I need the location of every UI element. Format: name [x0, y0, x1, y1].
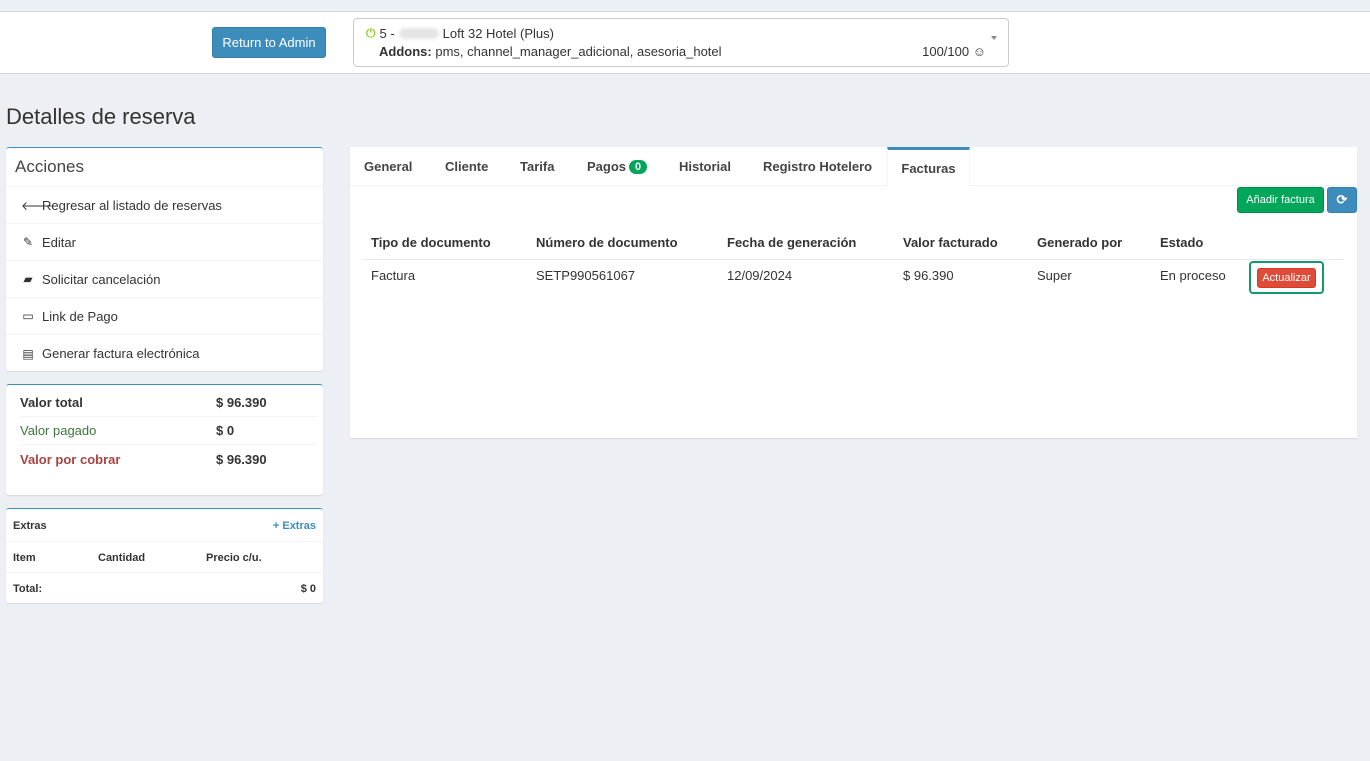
action-label: Link de Pago [42, 308, 118, 324]
add-invoice-button[interactable]: Añadir factura [1237, 187, 1324, 213]
top-strip [0, 0, 1370, 12]
actions-box: Acciones 🡐 Regresar al listado de reserv… [6, 147, 323, 371]
arrow-left-icon: 🡐 [21, 198, 54, 213]
due-row: Valor por cobrar $ 96.390 [20, 445, 317, 473]
extras-total-value: $ 0 [300, 583, 316, 595]
addons-value: pms, channel_manager_adicional, asesoria… [435, 44, 722, 59]
th-tipo: Tipo de documento [371, 235, 491, 250]
addons-label: Addons: [379, 44, 432, 59]
extras-box: Extras + Extras Item Cantidad Precio c/u… [6, 508, 323, 603]
cell-generado: Super [1037, 268, 1072, 283]
chevron-down-icon [991, 36, 997, 40]
hotel-name-line: ⏻ 5 - Loft 32 Hotel (Plus) [366, 26, 554, 41]
hotel-score: 100/100 ☺ [922, 44, 986, 59]
action-label: Regresar al listado de reservas [42, 197, 222, 213]
cell-fecha: 12/09/2024 [727, 268, 793, 283]
update-highlight: Actualizar [1249, 261, 1324, 294]
request-cancellation-link[interactable]: ▰ Solicitar cancelación [6, 261, 323, 298]
payment-link[interactable]: ▭ Link de Pago [6, 298, 323, 335]
tab-general[interactable]: General [364, 147, 412, 186]
cell-valor: $ 96.390 [903, 268, 954, 283]
total-label: Valor total [20, 395, 83, 410]
th-fecha: Fecha de generación [727, 235, 857, 250]
due-label: Valor por cobrar [20, 451, 121, 467]
extras-header-row: Item Cantidad Precio c/u. [6, 541, 323, 573]
action-label: Solicitar cancelación [42, 271, 161, 287]
hotel-selector[interactable]: ⏻ 5 - Loft 32 Hotel (Plus) Addons: pms, … [353, 18, 1009, 67]
actions-title: Acciones [6, 148, 323, 187]
totals-box: Valor total $ 96.390 Valor pagado $ 0 Va… [6, 384, 323, 495]
pagos-count-badge: 0 [629, 159, 648, 174]
return-to-admin-button[interactable]: Return to Admin [212, 27, 326, 58]
tab-tarifa[interactable]: Tarifa [520, 147, 554, 186]
hotel-prefix: 5 - [379, 26, 395, 41]
tab-facturas[interactable]: Facturas [887, 147, 970, 187]
paid-row: Valor pagado $ 0 [20, 417, 317, 445]
cell-tipo: Factura [371, 268, 416, 283]
cell-estado: En proceso [1160, 268, 1226, 283]
th-estado: Estado [1160, 235, 1204, 250]
tab-cliente[interactable]: Cliente [445, 147, 488, 186]
th-generado: Generado por [1037, 235, 1123, 250]
tab-historial[interactable]: Historial [679, 147, 731, 186]
file-text-icon: ▤ [22, 346, 34, 361]
top-bar: Return to Admin ⏻ 5 - Loft 32 Hotel (Plu… [0, 12, 1370, 74]
col-qty: Cantidad [98, 552, 146, 564]
refresh-button[interactable]: ⟳ [1327, 187, 1357, 213]
tab-pagos[interactable]: Pagos 0 [587, 147, 648, 186]
paid-value: $ 0 [216, 423, 235, 438]
pencil-icon: ✎ [22, 235, 34, 249]
page-title: Detalles de reserva [6, 104, 196, 129]
cell-numero: SETP990561067 [536, 268, 636, 283]
extras-total-label: Total: [13, 583, 43, 595]
update-button[interactable]: Actualizar [1257, 267, 1316, 288]
total-value: $ 96.390 [216, 395, 267, 410]
tab-pagos-label: Pagos [587, 159, 627, 174]
col-price: Precio c/u. [206, 552, 262, 564]
addons-line: Addons: pms, channel_manager_adicional, … [379, 44, 722, 59]
action-label: Generar factura electrónica [42, 346, 200, 361]
action-label: Editar [42, 234, 76, 250]
extras-title: Extras [13, 520, 47, 532]
total-row: Valor total $ 96.390 [20, 389, 317, 417]
refresh-icon: ⟳ [1336, 192, 1348, 207]
edit-link[interactable]: ✎ Editar [6, 224, 323, 261]
back-to-reservations-link[interactable]: 🡐 Regresar al listado de reservas [6, 187, 323, 224]
tab-registro[interactable]: Registro Hotelero [763, 147, 872, 186]
paid-label: Valor pagado [20, 423, 97, 438]
redacted-text [398, 28, 439, 39]
table-divider [364, 259, 1344, 260]
invoices-panel: General Cliente Tarifa Pagos 0 Historial… [350, 147, 1357, 438]
due-value: $ 96.390 [216, 451, 267, 467]
col-item: Item [13, 552, 36, 564]
credit-card-icon: ▭ [22, 309, 34, 323]
th-valor: Valor facturado [903, 235, 998, 250]
generate-invoice-link[interactable]: ▤ Generar factura electrónica [6, 335, 323, 372]
tab-bar: General Cliente Tarifa Pagos 0 Historial… [350, 147, 1357, 187]
book-icon: ▰ [23, 272, 33, 286]
add-extras-link[interactable]: + Extras [273, 520, 316, 532]
hotel-name: Loft 32 Hotel (Plus) [442, 26, 554, 41]
th-numero: Número de documento [536, 235, 678, 250]
power-icon: ⏻ [366, 26, 376, 40]
